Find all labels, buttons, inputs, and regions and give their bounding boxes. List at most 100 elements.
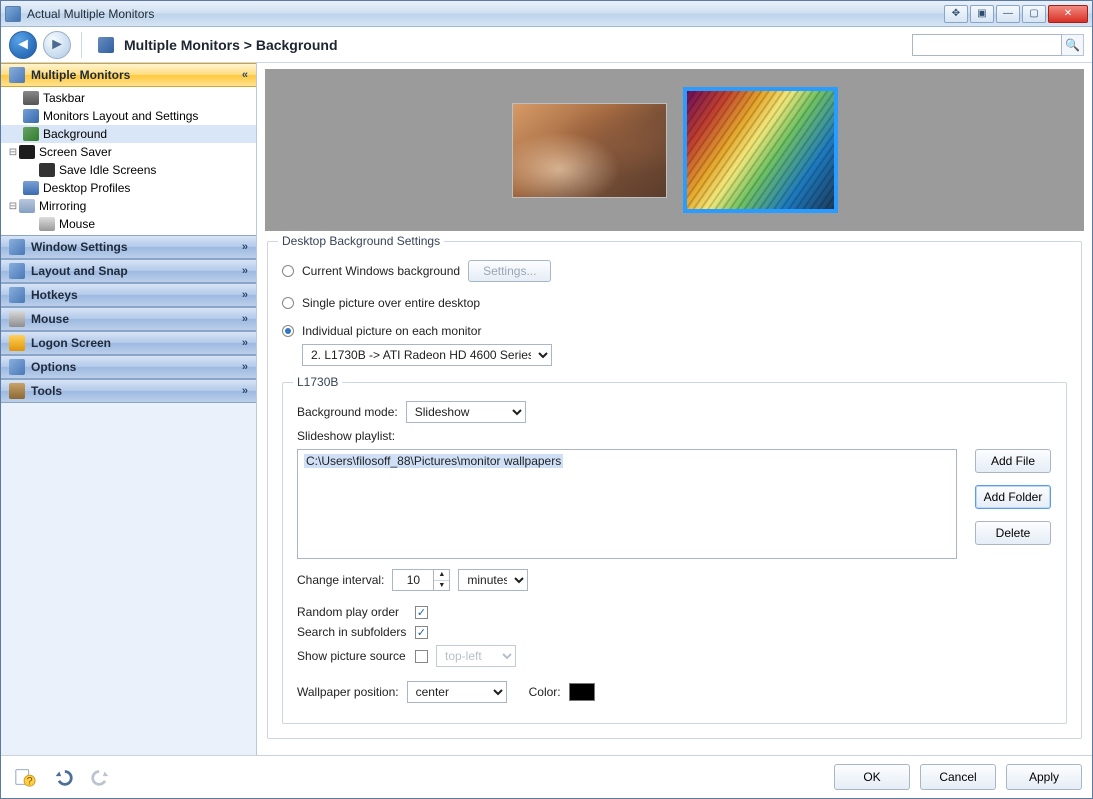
monitor-settings-group: L1730B Background mode: Slideshow Slides… xyxy=(282,382,1067,724)
showsrc-label: Show picture source xyxy=(297,649,407,663)
mirror-icon xyxy=(19,199,35,213)
undo-icon[interactable] xyxy=(49,765,77,789)
mouse-group-icon xyxy=(9,311,25,327)
chevron-down-icon: » xyxy=(242,385,248,397)
legend: Desktop Background Settings xyxy=(278,234,444,248)
radio-current-windows[interactable] xyxy=(282,265,294,277)
opt-current-label: Current Windows background xyxy=(302,264,460,278)
chevron-down-icon: » xyxy=(242,265,248,277)
maximize-button[interactable]: ▢ xyxy=(1022,5,1046,23)
app-title: Actual Multiple Monitors xyxy=(27,7,942,21)
taskbar-icon xyxy=(23,91,39,105)
group-tools[interactable]: Tools» xyxy=(1,379,256,403)
options-icon xyxy=(9,359,25,375)
monitor-preview-strip xyxy=(265,69,1084,231)
delete-button[interactable]: Delete xyxy=(975,521,1051,545)
interval-input[interactable] xyxy=(392,569,434,591)
playlist-item[interactable]: C:\Users\filosoff_88\Pictures\monitor wa… xyxy=(304,454,563,468)
ok-button[interactable]: OK xyxy=(834,764,910,790)
redo-icon[interactable] xyxy=(87,765,115,789)
subfolders-checkbox[interactable] xyxy=(415,626,428,639)
tree-multiple-monitors: Taskbar Monitors Layout and Settings Bac… xyxy=(1,87,256,235)
titlebar: Actual Multiple Monitors ✥ ▣ — ▢ ✕ xyxy=(1,1,1092,27)
random-label: Random play order xyxy=(297,605,407,619)
group-multiple-monitors[interactable]: Multiple Monitors « xyxy=(1,63,256,87)
mouse-icon xyxy=(39,217,55,231)
showsrc-position-select: top-left xyxy=(436,645,516,667)
cancel-button[interactable]: Cancel xyxy=(920,764,996,790)
opt-single-label: Single picture over entire desktop xyxy=(302,296,480,310)
settings-button: Settings... xyxy=(468,260,551,282)
playlist-listbox[interactable]: C:\Users\filosoff_88\Pictures\monitor wa… xyxy=(297,449,957,559)
idle-icon xyxy=(39,163,55,177)
snap-icon xyxy=(9,263,25,279)
group-layout-snap[interactable]: Layout and Snap» xyxy=(1,259,256,283)
window-settings-icon xyxy=(9,239,25,255)
monitor-2-preview[interactable] xyxy=(683,87,838,213)
tree-item-layout[interactable]: Monitors Layout and Settings xyxy=(1,107,256,125)
group-mouse[interactable]: Mouse» xyxy=(1,307,256,331)
tree-item-background[interactable]: Background xyxy=(1,125,256,143)
subfolders-label: Search in subfolders xyxy=(297,625,407,639)
group-hotkeys[interactable]: Hotkeys» xyxy=(1,283,256,307)
tools-icon xyxy=(9,383,25,399)
interval-spinner: ▲▼ xyxy=(392,569,450,591)
showsrc-checkbox[interactable] xyxy=(415,650,428,663)
radio-single-picture[interactable] xyxy=(282,297,294,309)
add-file-button[interactable]: Add File xyxy=(975,449,1051,473)
help-icon[interactable]: ? xyxy=(11,765,39,789)
nav-toolbar: ◄ ► Multiple Monitors > Background 🔍 xyxy=(1,27,1092,63)
close-button[interactable]: ✕ xyxy=(1048,5,1088,23)
chevron-down-icon: » xyxy=(242,241,248,253)
search-box: 🔍 xyxy=(912,34,1084,56)
tree-item-save-idle[interactable]: Save Idle Screens xyxy=(1,161,256,179)
tree-item-mirroring[interactable]: ⊟Mirroring xyxy=(1,197,256,215)
chevron-down-icon: » xyxy=(242,313,248,325)
layout-icon xyxy=(23,109,39,123)
minimize-button[interactable]: — xyxy=(996,5,1020,23)
group-options[interactable]: Options» xyxy=(1,355,256,379)
color-label: Color: xyxy=(529,685,561,699)
screensaver-icon xyxy=(19,145,35,159)
group-window-settings[interactable]: Window Settings» xyxy=(1,235,256,259)
chevron-down-icon: » xyxy=(242,337,248,349)
tree-item-profiles[interactable]: Desktop Profiles xyxy=(1,179,256,197)
add-folder-button[interactable]: Add Folder xyxy=(975,485,1051,509)
random-checkbox[interactable] xyxy=(415,606,428,619)
wallpos-label: Wallpaper position: xyxy=(297,685,399,699)
always-on-top-button[interactable]: ▣ xyxy=(970,5,994,23)
back-button[interactable]: ◄ xyxy=(9,31,37,59)
monitor-legend: L1730B xyxy=(293,375,342,389)
spinner-buttons[interactable]: ▲▼ xyxy=(434,569,450,591)
app-window: Actual Multiple Monitors ✥ ▣ — ▢ ✕ ◄ ► M… xyxy=(0,0,1093,799)
wallpos-select[interactable]: center xyxy=(407,681,507,703)
color-swatch[interactable] xyxy=(569,683,595,701)
apply-button[interactable]: Apply xyxy=(1006,764,1082,790)
search-icon[interactable]: 🔍 xyxy=(1062,34,1084,56)
bg-mode-label: Background mode: xyxy=(297,405,398,419)
tree-item-taskbar[interactable]: Taskbar xyxy=(1,89,256,107)
sidebar: Multiple Monitors « Taskbar Monitors Lay… xyxy=(1,63,257,755)
move-to-monitor-button[interactable]: ✥ xyxy=(944,5,968,23)
breadcrumb: Multiple Monitors > Background xyxy=(124,37,338,53)
search-input[interactable] xyxy=(912,34,1062,56)
tree-item-mouse[interactable]: Mouse xyxy=(1,215,256,233)
logon-icon xyxy=(9,335,25,351)
radio-individual[interactable] xyxy=(282,325,294,337)
interval-label: Change interval: xyxy=(297,573,384,587)
collapse-icon[interactable]: ⊟ xyxy=(7,147,19,158)
chevron-down-icon: » xyxy=(242,361,248,373)
group-label: Multiple Monitors xyxy=(31,68,130,82)
svg-text:?: ? xyxy=(27,775,33,787)
collapse-icon[interactable]: ⊟ xyxy=(7,201,19,212)
bg-mode-select[interactable]: Slideshow xyxy=(406,401,526,423)
tree-item-screensaver[interactable]: ⊟Screen Saver xyxy=(1,143,256,161)
monitors-icon xyxy=(9,67,25,83)
forward-button[interactable]: ► xyxy=(43,31,71,59)
monitor-select[interactable]: 2. L1730B -> ATI Radeon HD 4600 Series xyxy=(302,344,552,366)
group-logon[interactable]: Logon Screen» xyxy=(1,331,256,355)
interval-unit-select[interactable]: minutes xyxy=(458,569,528,591)
background-settings-group: Desktop Background Settings Current Wind… xyxy=(267,241,1082,739)
monitor-1-preview[interactable] xyxy=(512,103,667,198)
bottom-bar: ? OK Cancel Apply xyxy=(1,756,1092,798)
